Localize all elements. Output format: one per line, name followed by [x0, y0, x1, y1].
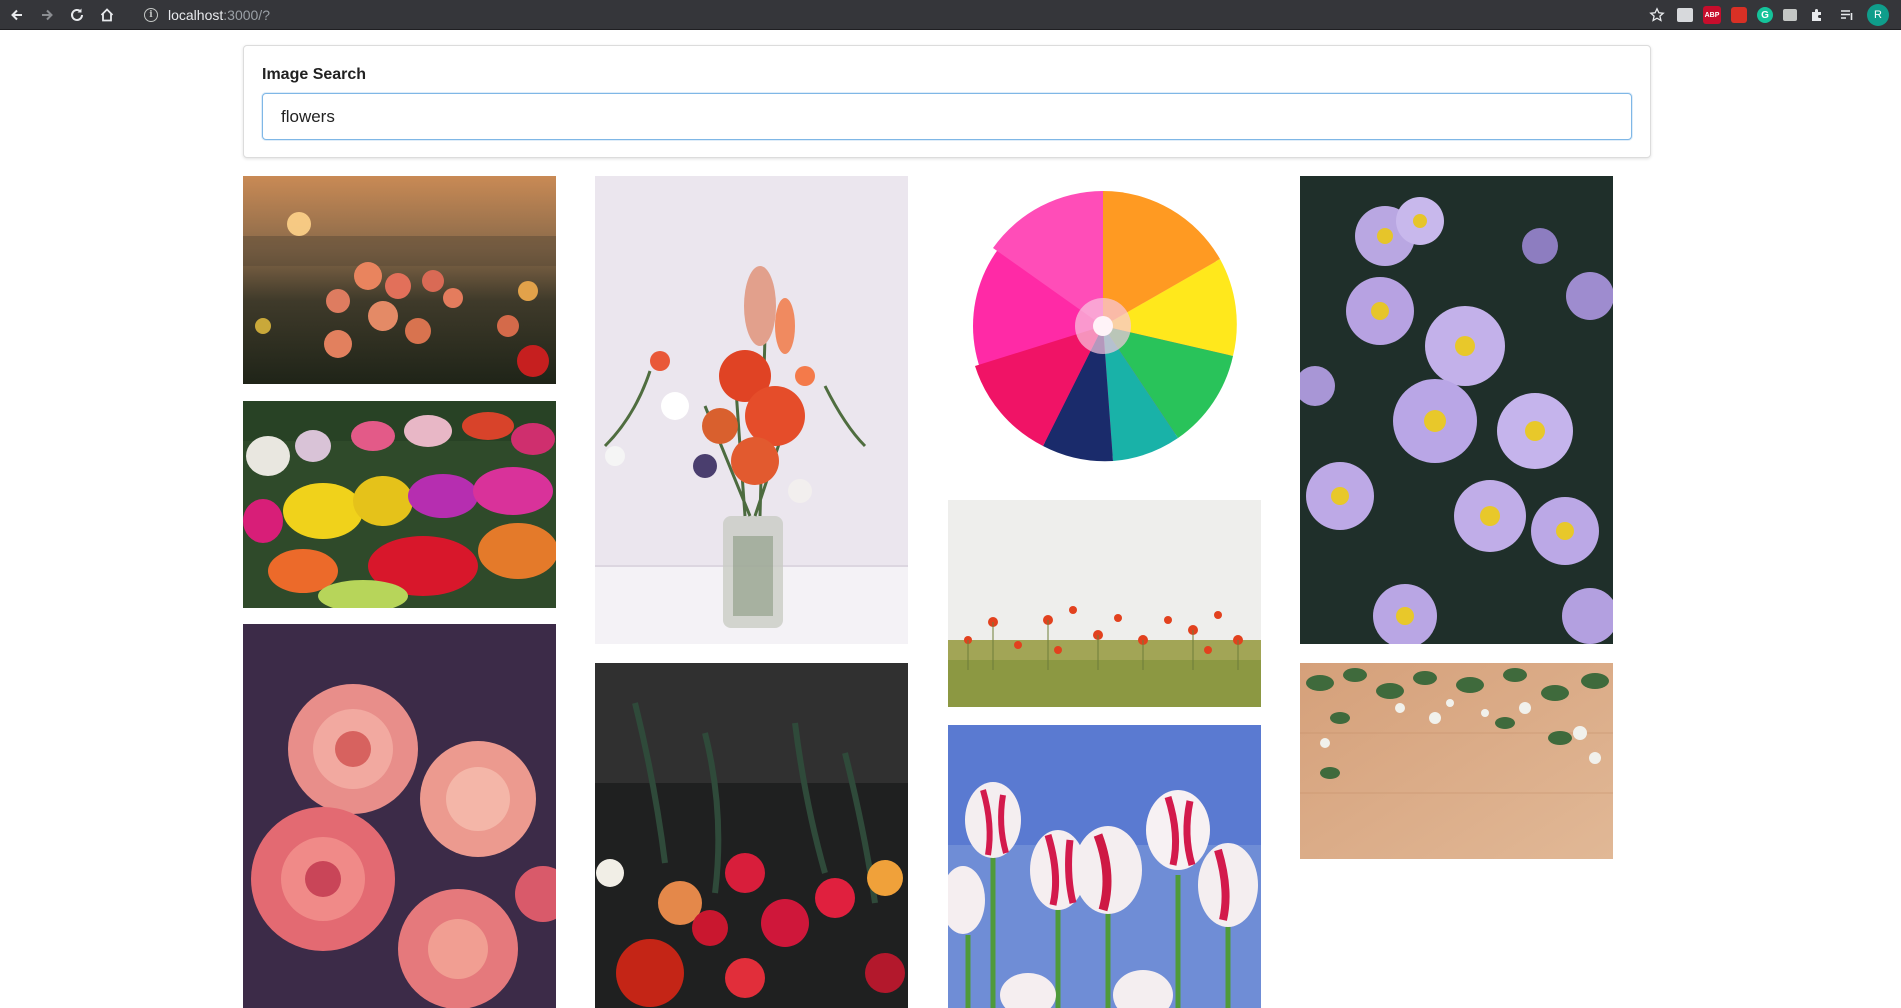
red-white-tulips-image [948, 725, 1261, 1008]
sunset-flowers-image [243, 176, 556, 384]
image-result-sunset-flowers[interactable] [243, 176, 556, 384]
image-result-tulip-market[interactable] [243, 401, 556, 608]
bouquet-jar-image [595, 176, 908, 644]
back-button[interactable] [2, 0, 32, 30]
image-results-grid [243, 176, 1651, 1008]
search-card: Image Search [243, 45, 1651, 158]
url-path: :3000/? [223, 7, 270, 23]
bookmark-star-button[interactable] [1647, 5, 1667, 25]
image-result-purple-asters[interactable] [1300, 176, 1613, 644]
reading-list-button[interactable] [1837, 5, 1857, 25]
purple-asters-image [1300, 176, 1613, 644]
dark-bouquet-image [595, 663, 908, 1008]
image-result-bouquet-jar[interactable] [595, 176, 908, 644]
back-arrow-icon [11, 9, 22, 21]
extensions-bar: ABP G R [1642, 0, 1901, 30]
queue-icon [1841, 10, 1853, 20]
rainbow-chrysanthemum-image [948, 176, 1261, 483]
pink-roses-image [243, 624, 556, 1008]
home-icon [100, 8, 114, 22]
image-result-dark-bouquet[interactable] [595, 663, 908, 1008]
puzzle-icon [1812, 9, 1821, 21]
image-result-red-white-tulips[interactable] [948, 725, 1261, 1008]
forward-arrow-icon [42, 9, 53, 21]
image-result-rainbow-chrysanthemum[interactable] [948, 176, 1261, 483]
extensions-button[interactable] [1807, 5, 1827, 25]
reload-button[interactable] [62, 0, 92, 30]
forward-button[interactable] [32, 0, 62, 30]
address-bar[interactable]: i localhost:3000/? [130, 3, 1600, 27]
tulip-market-image [243, 401, 556, 608]
search-label: Image Search [262, 66, 367, 83]
reload-icon [71, 8, 83, 21]
red-extension-icon[interactable] [1731, 7, 1747, 23]
image-result-pink-roses[interactable] [243, 624, 556, 1008]
star-icon [1649, 7, 1665, 22]
adblock-extension-icon[interactable]: ABP [1703, 6, 1721, 24]
wood-flowers-image [1300, 663, 1613, 859]
info-icon[interactable]: i [144, 8, 158, 22]
window-extension-icon[interactable] [1783, 9, 1797, 21]
image-result-wood-flowers[interactable] [1300, 663, 1613, 859]
browser-toolbar: i localhost:3000/? ABP G R [0, 0, 1901, 30]
grammarly-extension-icon[interactable]: G [1757, 7, 1773, 23]
poppy-field-image [948, 500, 1261, 707]
mail-extension-icon[interactable] [1677, 8, 1693, 22]
image-result-poppy-field[interactable] [948, 500, 1261, 707]
url-host: localhost [168, 7, 224, 23]
profile-avatar[interactable]: R [1867, 4, 1889, 26]
search-input[interactable] [262, 93, 1632, 140]
home-button[interactable] [92, 0, 122, 30]
